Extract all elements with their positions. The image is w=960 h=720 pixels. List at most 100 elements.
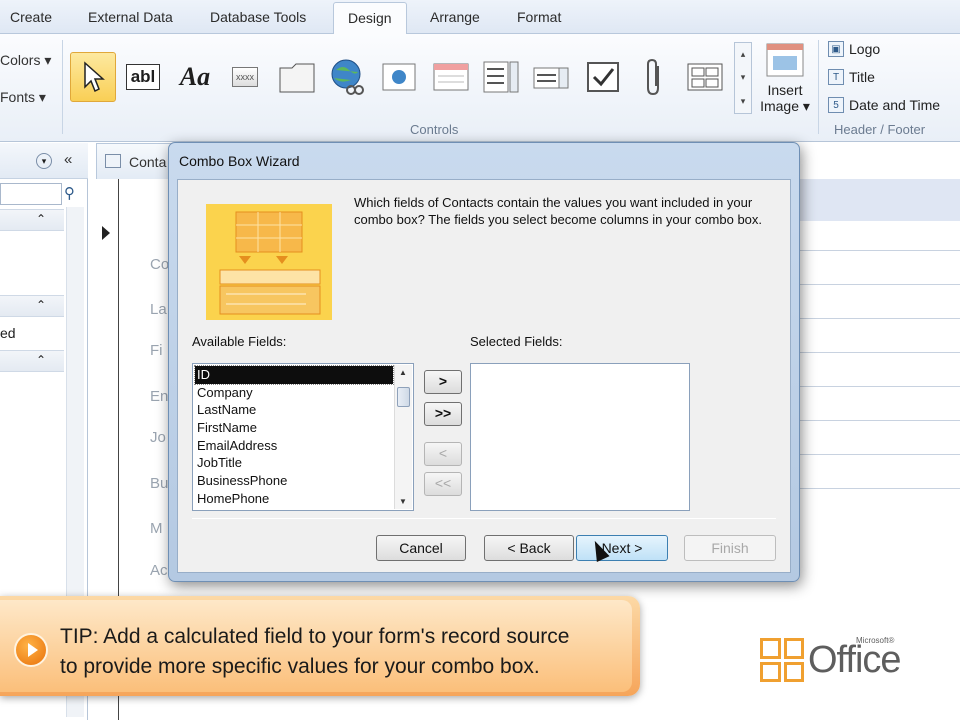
controls-group-label: Controls xyxy=(410,122,459,137)
remove-all-fields-button[interactable]: << xyxy=(424,472,462,496)
fonts-button[interactable]: Fonts ▾ xyxy=(0,89,46,106)
combo-box-icon xyxy=(533,67,569,89)
web-browser-icon xyxy=(382,63,416,91)
office-logo: Office Microsoft® xyxy=(760,636,902,682)
pointer-icon xyxy=(84,61,105,93)
form-gridline xyxy=(800,454,960,455)
field-label: Ac xyxy=(150,562,168,579)
logo-button[interactable]: ▣ Logo xyxy=(828,41,880,57)
wizard-question: Which fields of Contacts contain the val… xyxy=(354,195,763,227)
navigation-control-tool[interactable] xyxy=(428,52,474,102)
play-arrow-icon xyxy=(14,633,48,667)
available-fields-label: Available Fields: xyxy=(192,334,287,349)
available-fields-list[interactable]: ID Company LastName FirstName EmailAddress Jo… xyxy=(192,363,414,511)
textbox-control-tool[interactable]: abl xyxy=(120,52,166,102)
available-field-item[interactable]: HomePhone xyxy=(195,490,393,508)
available-field-item[interactable]: BusinessPhone xyxy=(195,472,393,490)
scroll-down-icon[interactable]: ▾ xyxy=(741,72,746,83)
current-record-arrow-icon xyxy=(102,226,110,240)
combo-box-control-tool[interactable] xyxy=(528,52,574,102)
web-browser-control-tool[interactable] xyxy=(376,52,422,102)
form-gridline xyxy=(800,488,960,489)
scroll-thumb[interactable] xyxy=(397,387,410,407)
available-field-item[interactable]: JobTitle xyxy=(195,454,393,472)
scroll-down-icon[interactable]: ▼ xyxy=(399,497,407,506)
form-gridline xyxy=(800,386,960,387)
option-group-tool[interactable] xyxy=(478,52,524,102)
tab-design[interactable]: Design xyxy=(333,2,407,35)
combo-box-wizard-dialog: Combo Box Wizard Which fields of Contact… xyxy=(168,142,800,582)
group-separator xyxy=(818,40,819,134)
scroll-up-icon[interactable]: ▴ xyxy=(741,49,746,60)
available-field-item[interactable]: ID xyxy=(194,365,394,385)
tab-control-tool[interactable] xyxy=(274,52,320,102)
ribbon-panel: Colors ▾ Fonts ▾ abl Aa xxxx ▴ ▾ ▾ Contr… xyxy=(0,34,960,142)
label-control-tool[interactable]: Aa xyxy=(172,52,218,102)
collapse-section-icon[interactable]: ⌃ xyxy=(36,298,46,312)
button-control-tool[interactable]: xxxx xyxy=(222,52,268,102)
cancel-button[interactable]: Cancel xyxy=(376,535,466,561)
nav-menu-icon[interactable]: ▾ xyxy=(36,153,52,169)
office-logo-sup: Microsoft® xyxy=(856,636,895,645)
add-all-fields-button[interactable]: >> xyxy=(424,402,462,426)
collapse-section-icon[interactable]: ⌃ xyxy=(36,212,46,226)
nav-search-input[interactable] xyxy=(0,183,62,205)
tab-create[interactable]: Create xyxy=(10,9,52,25)
title-icon: T xyxy=(828,69,844,85)
collapse-section-icon[interactable]: ⌃ xyxy=(36,353,46,367)
tip-line-1: TIP: Add a calculated field to your form… xyxy=(60,625,570,648)
scroll-up-icon[interactable]: ▲ xyxy=(399,368,407,377)
nav-section-header[interactable]: ⌃ xyxy=(0,295,64,317)
button-icon: xxxx xyxy=(232,67,258,87)
form-icon xyxy=(105,154,121,168)
checkbox-control-tool[interactable] xyxy=(580,52,626,102)
search-icon[interactable]: ⚲ xyxy=(64,184,75,202)
available-fields-items: ID Company LastName FirstName EmailAddress Jo… xyxy=(194,365,394,508)
nav-section-header[interactable]: ⌃ xyxy=(0,350,64,372)
tab-database-tools[interactable]: Database Tools xyxy=(210,9,306,25)
selected-fields-list[interactable] xyxy=(470,363,690,511)
field-label: Jo xyxy=(150,429,166,446)
tab-format[interactable]: Format xyxy=(517,9,561,25)
attachment-control-tool[interactable] xyxy=(632,52,678,102)
form-gridline xyxy=(800,318,960,319)
more-icon[interactable]: ▾ xyxy=(741,96,746,107)
subform-control-tool[interactable] xyxy=(682,52,728,102)
title-button[interactable]: T Title xyxy=(828,69,875,85)
navigation-pane-header: ▾ « xyxy=(0,143,88,179)
collapse-pane-icon[interactable]: « xyxy=(64,151,72,168)
textbox-icon: abl xyxy=(125,64,161,90)
field-label: Co xyxy=(150,256,170,273)
nav-item-label[interactable]: ed xyxy=(0,325,16,341)
add-field-button[interactable]: > xyxy=(424,370,462,394)
back-button[interactable]: < Back xyxy=(484,535,574,561)
available-field-item[interactable]: EmailAddress xyxy=(195,437,393,455)
field-label: M xyxy=(150,520,163,537)
select-pointer-tool[interactable] xyxy=(70,52,116,102)
form-gridline xyxy=(800,250,960,251)
colors-button[interactable]: Colors ▾ xyxy=(0,52,51,69)
header-footer-group-label: Header / Footer xyxy=(834,122,926,137)
date-and-time-button[interactable]: 5 Date and Time xyxy=(828,97,940,113)
tip-banner: TIP: Add a calculated field to your form… xyxy=(0,596,640,696)
field-label: Fi xyxy=(150,342,163,359)
tip-text: TIP: Add a calculated field to your form… xyxy=(60,622,569,682)
group-separator xyxy=(62,40,63,134)
hyperlink-control-tool[interactable] xyxy=(324,52,370,102)
nav-section-header[interactable]: ⌃ xyxy=(0,209,64,231)
available-field-item[interactable]: Company xyxy=(195,384,393,402)
tab-arrange[interactable]: Arrange xyxy=(430,9,480,25)
checkbox-icon xyxy=(587,62,619,92)
controls-gallery-scroller[interactable]: ▴ ▾ ▾ xyxy=(734,42,752,114)
list-scrollbar[interactable]: ▲ ▼ xyxy=(394,365,412,509)
available-field-item[interactable]: LastName xyxy=(195,401,393,419)
form-header-band xyxy=(800,179,960,221)
navigation-icon xyxy=(433,63,469,91)
finish-button[interactable]: Finish xyxy=(684,535,776,561)
insert-image-button[interactable]: Insert Image ▾ xyxy=(758,42,812,114)
label-icon: Aa xyxy=(179,62,211,91)
form-gridline xyxy=(800,284,960,285)
available-field-item[interactable]: FirstName xyxy=(195,419,393,437)
remove-field-button[interactable]: < xyxy=(424,442,462,466)
tab-external-data[interactable]: External Data xyxy=(88,9,173,25)
